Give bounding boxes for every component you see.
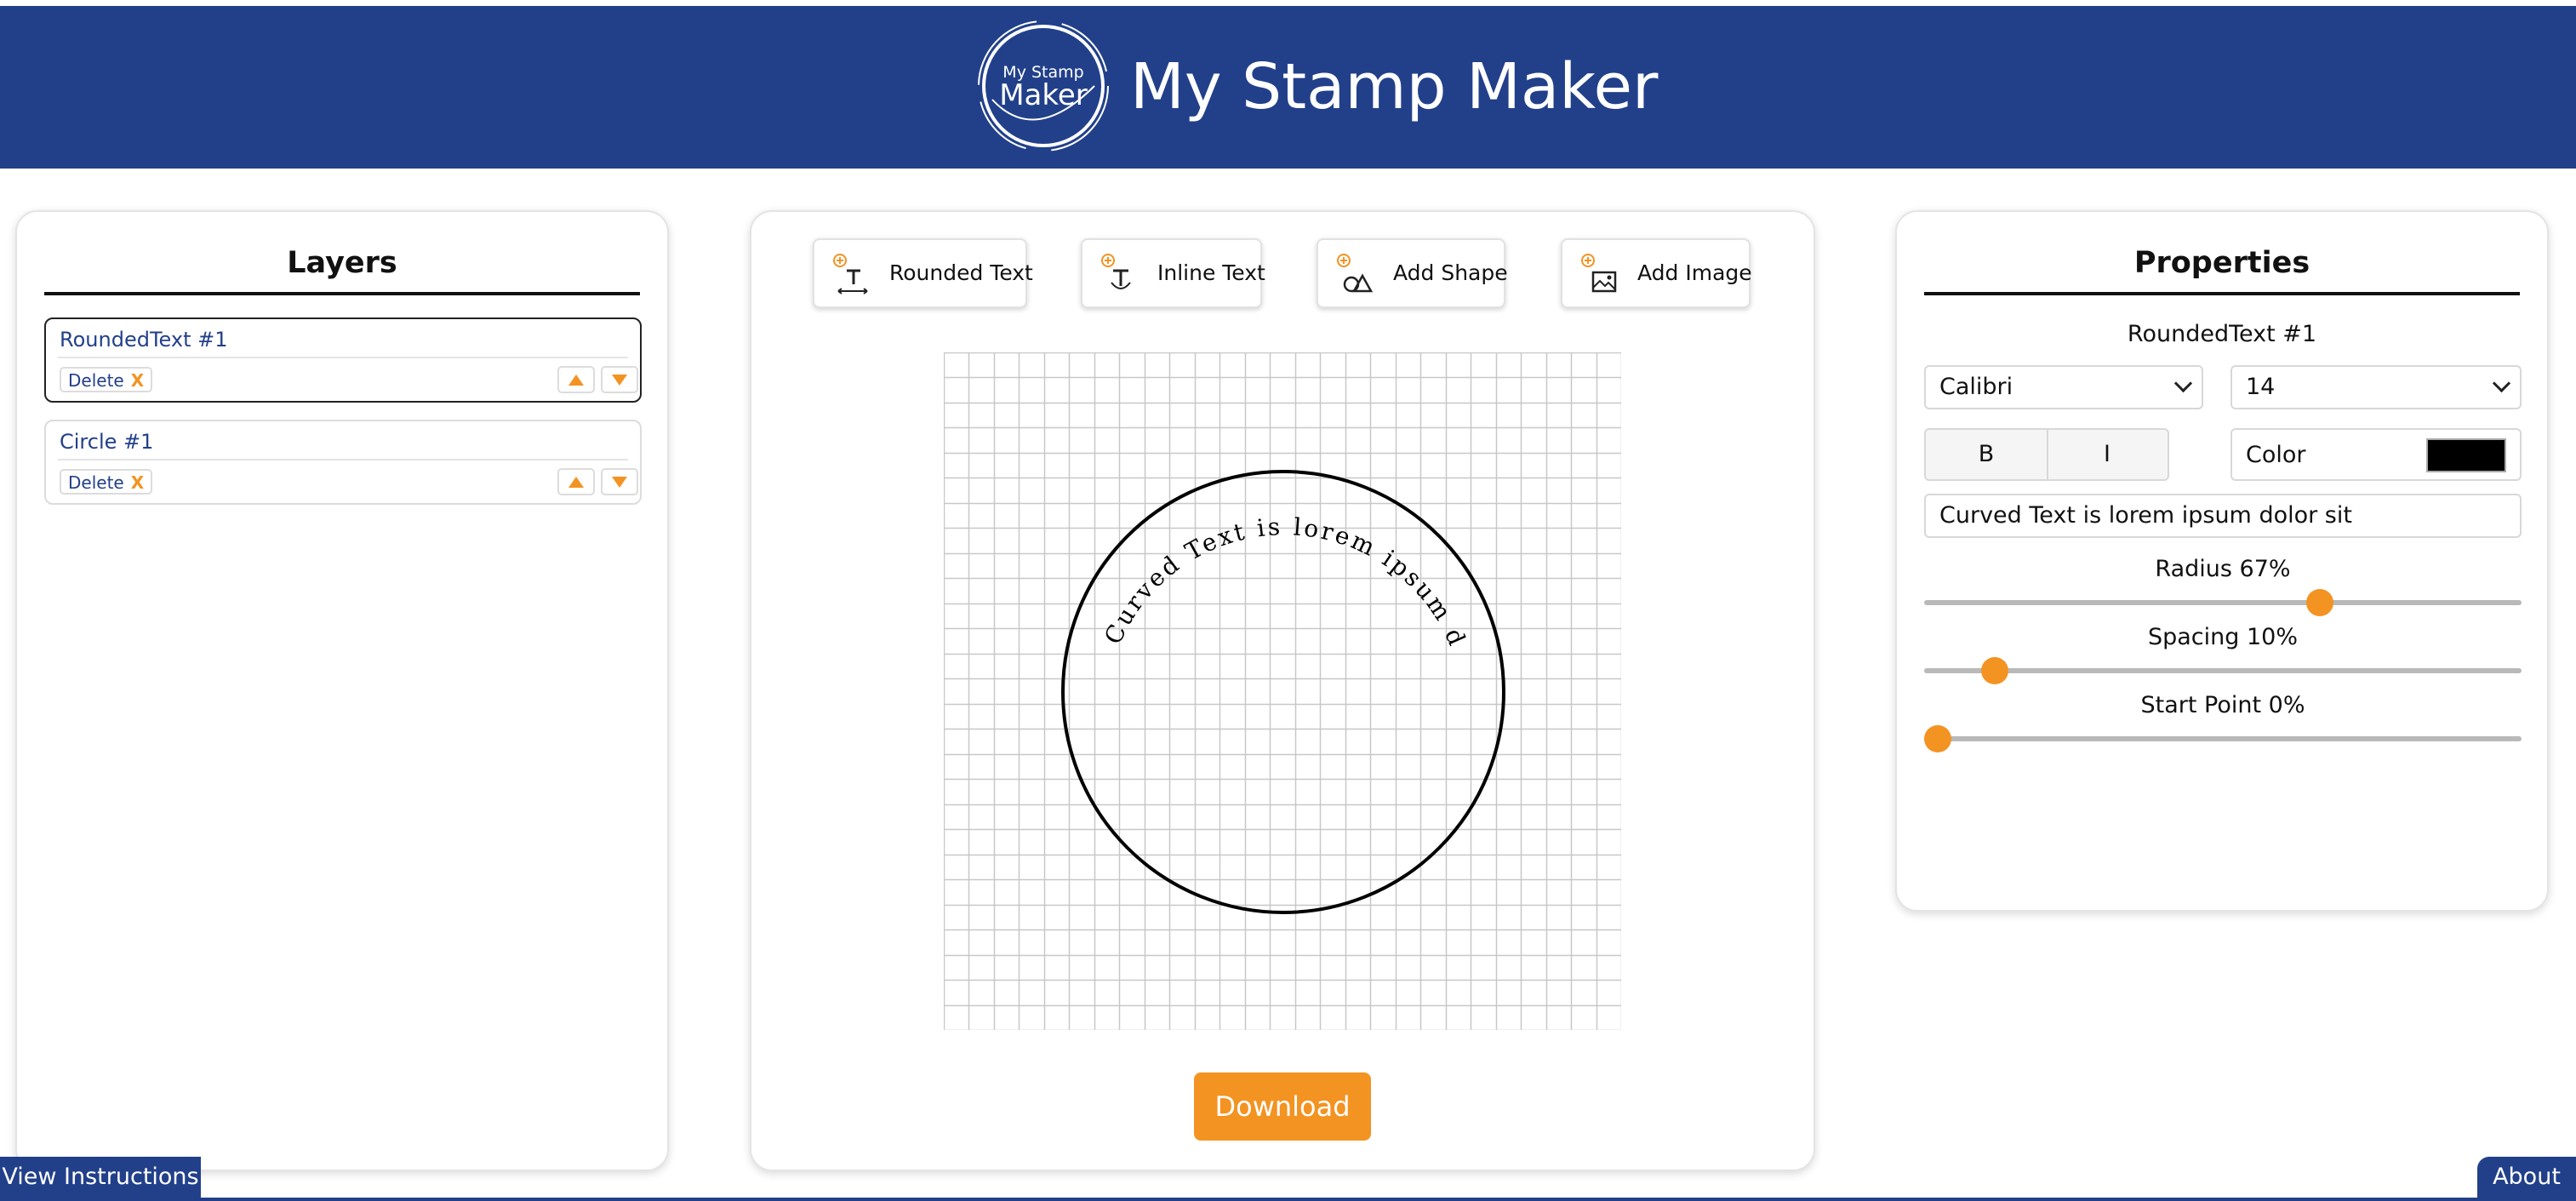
delete-x-icon: X <box>130 472 145 493</box>
spacing-slider[interactable] <box>1924 657 2522 684</box>
add-shape-button[interactable]: Add Shape <box>1317 238 1508 308</box>
rounded-text-icon <box>833 254 868 295</box>
arrow-up-icon <box>568 374 584 386</box>
inline-text-button[interactable]: Inline Text <box>1081 238 1265 308</box>
canvas-panel: Rounded Text Inline Text Add Shape Add I… <box>750 210 1815 1171</box>
layer-divider <box>58 357 628 358</box>
top-strip <box>0 0 2576 6</box>
radius-slider[interactable] <box>1924 589 2522 616</box>
arrow-down-icon <box>612 374 627 386</box>
italic-button[interactable]: I <box>2047 430 2168 479</box>
arrow-down-icon <box>612 476 627 488</box>
delete-x-icon: X <box>130 370 145 391</box>
view-instructions-button[interactable]: View Instructions <box>0 1157 201 1198</box>
chevron-down-icon <box>2492 374 2511 393</box>
tool-label: Add Image <box>1637 260 1752 285</box>
color-label: Color <box>2246 442 2306 468</box>
layer-item-roundedtext[interactable]: RoundedText #1 Delete X <box>44 317 642 403</box>
properties-panel: Properties RoundedText #1 Calibri 14 B I… <box>1895 210 2549 912</box>
layer-name: RoundedText #1 <box>60 328 228 352</box>
font-size-select[interactable]: 14 <box>2230 365 2522 409</box>
canvas-grid <box>944 352 1621 1030</box>
delete-layer-button[interactable]: Delete X <box>60 367 153 392</box>
color-swatch[interactable] <box>2426 438 2506 472</box>
app-header: My Stamp Maker My Stamp Maker <box>0 6 2576 169</box>
download-button[interactable]: Download <box>1194 1072 1371 1141</box>
layers-title: Layers <box>44 246 640 295</box>
move-up-button[interactable] <box>557 366 595 393</box>
delete-label: Delete <box>68 370 124 391</box>
logo-icon: My Stamp Maker <box>978 20 1109 152</box>
style-toggle-group: B I <box>1924 428 2169 481</box>
rounded-text-button[interactable]: Rounded Text <box>813 238 1033 308</box>
text-input[interactable]: Curved Text is lorem ipsum dolor sit <box>1924 494 2522 538</box>
logo-line2: Maker <box>999 78 1088 112</box>
move-up-button[interactable] <box>557 468 595 495</box>
layer-item-circle[interactable]: Circle #1 Delete X <box>44 420 642 505</box>
arrow-up-icon <box>568 476 584 488</box>
move-down-button[interactable] <box>601 366 638 393</box>
tool-label: Rounded Text <box>889 260 1033 285</box>
layers-panel: Layers RoundedText #1 Delete X Circle #1 … <box>15 210 669 1171</box>
tool-label: Add Shape <box>1393 260 1508 285</box>
radius-label: Radius 67% <box>2155 556 2291 582</box>
app-title: My Stamp Maker <box>1130 50 1659 123</box>
start-point-label: Start Point 0% <box>2140 692 2305 718</box>
selected-layer-name: RoundedText #1 <box>2127 321 2317 347</box>
about-button[interactable]: About <box>2477 1157 2576 1198</box>
font-family-select[interactable]: Calibri <box>1924 365 2203 409</box>
delete-layer-button[interactable]: Delete X <box>60 469 153 495</box>
inline-text-icon <box>1101 254 1131 289</box>
color-picker[interactable]: Color <box>2230 428 2522 481</box>
spacing-label: Spacing 10% <box>2147 624 2298 650</box>
slider-thumb[interactable] <box>1981 657 2008 684</box>
layer-divider <box>58 459 628 460</box>
start-point-slider[interactable] <box>1924 725 2522 752</box>
add-shape-icon <box>1337 254 1374 293</box>
font-family-value: Calibri <box>1939 374 2013 400</box>
delete-label: Delete <box>68 472 124 493</box>
bottom-border <box>0 1198 2576 1201</box>
layer-name: Circle #1 <box>60 430 154 454</box>
move-down-button[interactable] <box>601 468 638 495</box>
add-image-button[interactable]: Add Image <box>1561 238 1752 308</box>
stamp-canvas[interactable]: Curved Text is lorem ipsum dolor sit <box>944 352 1621 1030</box>
bold-button[interactable]: B <box>1926 430 2048 479</box>
slider-thumb[interactable] <box>2305 589 2333 616</box>
font-size-value: 14 <box>2246 374 2276 400</box>
tool-label: Inline Text <box>1157 260 1265 285</box>
properties-title: Properties <box>1924 246 2520 295</box>
add-image-icon <box>1581 254 1617 293</box>
chevron-down-icon <box>2173 374 2193 393</box>
slider-thumb[interactable] <box>1924 725 1951 752</box>
